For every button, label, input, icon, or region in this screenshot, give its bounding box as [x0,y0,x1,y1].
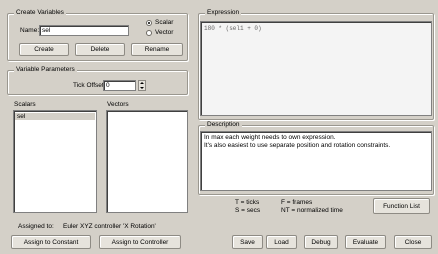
debug-button[interactable]: Debug [304,235,338,249]
rename-button[interactable]: Rename [131,43,183,56]
vectors-label: Vectors [107,101,129,108]
legend-ticks: T = ticks [235,199,260,206]
legend-secs: S = secs [235,207,261,214]
description-textarea[interactable]: In max each weight needs to own expressi… [200,131,432,191]
evaluate-button[interactable]: Evaluate [345,235,386,249]
scalar-radio-label: Scalar [155,19,174,26]
description-legend: Description [205,121,242,129]
legend-normalized-time: NT = normalized time [281,207,343,214]
variable-parameters-legend: Variable Parameters [14,66,77,74]
close-button[interactable]: Close [394,235,432,249]
tick-offset-spinner[interactable] [138,80,146,91]
function-list-button[interactable]: Function List [373,198,430,214]
tick-offset-label: Tick Offset: [73,82,106,89]
expression-legend: Expression [205,9,242,17]
name-label: Name: [20,27,40,34]
expression-text: 180 * (sel1 + 0) [204,25,262,32]
assign-to-controller-button[interactable]: Assign to Controller [99,235,181,249]
vectors-list[interactable] [106,110,188,213]
tick-offset-input[interactable]: 0 [103,80,136,91]
expression-textarea[interactable]: 180 * (sel1 + 0) [200,21,432,116]
delete-button[interactable]: Delete [75,43,125,56]
assigned-label: Assigned to: [18,223,54,230]
save-button[interactable]: Save [232,235,263,249]
create-variables-legend: Create Variables [14,9,66,17]
legend-frames: F = frames [281,199,313,206]
spinner-down-icon[interactable] [140,87,144,89]
name-input[interactable]: sel [39,25,129,36]
scalars-label: Scalars [14,101,36,108]
create-button[interactable]: Create [19,43,69,56]
spinner-up-icon[interactable] [140,82,144,84]
assigned-value: Euler XYZ controller 'X Rotation' [63,223,156,230]
description-line-2: It's also easiest to use separate positi… [204,142,391,149]
load-button[interactable]: Load [266,235,297,249]
vector-radio[interactable] [146,30,152,36]
vector-radio-label: Vector [155,29,174,36]
assign-to-constant-button[interactable]: Assign to Constant [11,235,91,249]
scalar-radio[interactable] [146,20,152,26]
list-item[interactable]: sel [15,113,95,120]
description-line-1: In max each weight needs to own expressi… [204,134,336,141]
name-input-value: sel [42,27,51,34]
scalars-list[interactable]: sel [13,110,97,213]
tick-offset-value: 0 [106,82,110,89]
